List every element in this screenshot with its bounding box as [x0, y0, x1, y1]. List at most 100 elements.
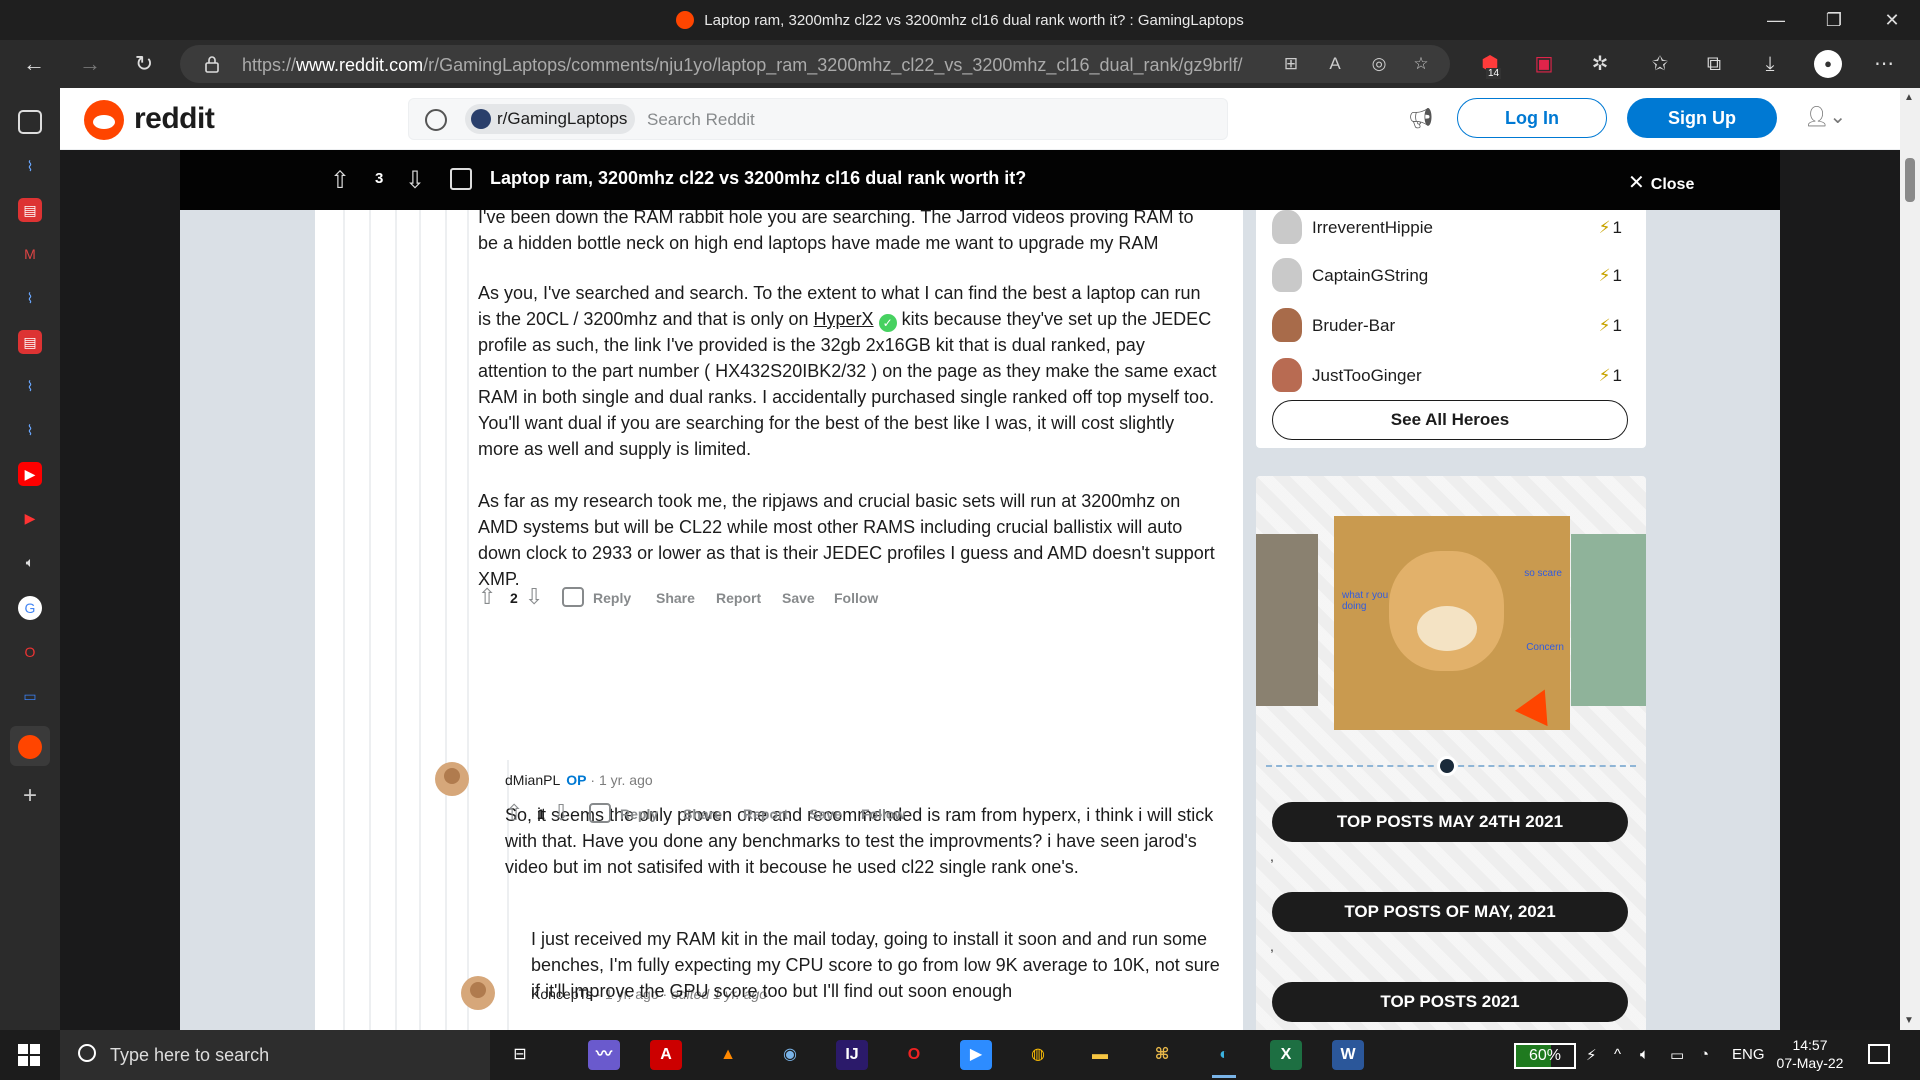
carousel-image-prev[interactable]	[1256, 534, 1318, 706]
community-chip[interactable]: r/GamingLaptops	[465, 104, 636, 134]
comment-author[interactable]: dMianPL	[505, 772, 560, 788]
acrobat-icon[interactable]: A	[650, 1040, 682, 1070]
windows-start-icon[interactable]	[18, 1044, 40, 1066]
taskbar-search[interactable]: Type here to search	[60, 1030, 490, 1080]
zoom-icon[interactable]: ▶	[960, 1040, 992, 1070]
task-view-icon[interactable]: ⊟	[504, 1040, 536, 1070]
downvote-arrow-icon[interactable]: ⇩	[552, 800, 570, 826]
language-indicator[interactable]: ENG	[1732, 1046, 1765, 1063]
file-explorer-icon[interactable]: ▬	[1084, 1040, 1116, 1070]
opera-icon[interactable]: O	[898, 1040, 930, 1070]
pdf-tab-icon[interactable]: ▤	[18, 198, 42, 222]
audio-tab-icon[interactable]: ⌇	[18, 154, 42, 178]
reddit-search-bar[interactable]: r/GamingLaptops Search Reddit	[408, 98, 1228, 140]
refresh-icon[interactable]: ↻	[126, 48, 162, 80]
intellij-icon[interactable]: IJ	[836, 1040, 868, 1070]
battery-icon[interactable]: ▭	[1670, 1046, 1684, 1064]
profile-avatar[interactable]: ●	[1814, 50, 1842, 78]
save-button[interactable]: Save	[782, 590, 815, 606]
restore-button[interactable]: ❐	[1806, 0, 1862, 40]
app-available-icon[interactable]: ⊞	[1280, 53, 1302, 75]
login-button[interactable]: Log In	[1457, 98, 1607, 138]
hyperx-link[interactable]: HyperX	[814, 309, 874, 329]
carousel-image-doge[interactable]: so scare what r you doing Concern	[1334, 516, 1570, 730]
top-posts-month-button[interactable]: TOP POSTS OF MAY, 2021	[1272, 892, 1628, 932]
favorite-star-icon[interactable]: ☆	[1410, 53, 1432, 75]
address-bar[interactable]: https://www.reddit.com/r/GamingLaptops/c…	[180, 45, 1450, 83]
comment-time[interactable]: · 1 yr. ago	[590, 772, 652, 788]
taskbar-app-icon[interactable]: ⌘	[1146, 1040, 1178, 1070]
chrome-icon[interactable]: ◍	[1022, 1040, 1054, 1070]
downvote-arrow-icon[interactable]: ⇩	[525, 584, 543, 610]
thread-line[interactable]	[395, 210, 397, 1030]
hero-name[interactable]: CaptainGString	[1312, 266, 1428, 286]
scroll-down-icon[interactable]: ▼	[1904, 1015, 1914, 1026]
vlc-icon[interactable]: ▲	[712, 1040, 744, 1070]
hero-row[interactable]: JustTooGinger ⚡︎ 1	[1272, 356, 1632, 396]
top-posts-year-button[interactable]: TOP POSTS 2021	[1272, 982, 1628, 1022]
downloads-icon[interactable]: ⤓	[1756, 50, 1784, 78]
read-aloud-icon[interactable]: A	[1324, 53, 1346, 75]
see-all-heroes-button[interactable]: See All Heroes	[1272, 400, 1628, 440]
upvote-arrow-icon[interactable]: ⇧	[330, 166, 350, 195]
avatar[interactable]	[461, 976, 495, 1010]
thread-line[interactable]	[419, 210, 421, 1030]
scroll-up-icon[interactable]: ▲	[1904, 92, 1914, 103]
report-button[interactable]: Report	[743, 806, 788, 822]
reply-bubble-icon[interactable]	[562, 587, 584, 607]
extensions-icon[interactable]: ✲	[1586, 50, 1614, 78]
volume-icon[interactable]: 🔈︎	[1640, 1046, 1649, 1063]
hero-name[interactable]: IrreverentHippie	[1312, 218, 1433, 238]
taskbar-app-icon[interactable]: ◉	[774, 1040, 806, 1070]
tab-actions-icon[interactable]	[18, 110, 42, 134]
excel-icon[interactable]: X	[1270, 1040, 1302, 1070]
wifi-icon[interactable]: ◔	[1700, 1046, 1709, 1063]
follow-button[interactable]: Follow	[861, 806, 905, 822]
share-button[interactable]: Share	[656, 590, 695, 606]
carousel-image-next[interactable]	[1571, 534, 1646, 706]
upvote-arrow-icon[interactable]: ⇧	[478, 584, 496, 610]
save-button[interactable]: Save	[809, 806, 842, 822]
close-post-button[interactable]: ✕ Close	[1628, 170, 1694, 195]
reddit-wordmark[interactable]: reddit	[134, 102, 215, 136]
google-tab-icon[interactable]: G	[18, 596, 42, 620]
pocket-icon[interactable]: ▣	[1530, 50, 1558, 78]
gmail-tab-icon[interactable]: M	[18, 242, 42, 266]
hero-row[interactable]: Bruder-Bar ⚡︎ 1	[1272, 306, 1632, 346]
follow-button[interactable]: Follow	[834, 590, 878, 606]
back-arrow-icon[interactable]: ←	[16, 48, 52, 80]
page-scrollbar[interactable]: ▲ ▼	[1900, 88, 1920, 1030]
upvote-arrow-icon[interactable]: ⇧	[505, 800, 523, 826]
taskbar-search-input[interactable]: Type here to search	[110, 1045, 269, 1066]
hero-row[interactable]: CaptainGString ⚡︎ 1	[1272, 256, 1632, 296]
edge-icon[interactable]: ◐	[1208, 1040, 1240, 1078]
collections-icon[interactable]: ⧉	[1700, 50, 1728, 78]
audio-tab-icon-4[interactable]: ⌇	[18, 418, 42, 442]
advertise-megaphone-icon[interactable]: 📢︎	[1408, 106, 1436, 132]
reply-bubble-icon[interactable]	[589, 803, 611, 823]
reply-button[interactable]: Reply	[620, 806, 658, 822]
lock-icon[interactable]	[204, 55, 220, 73]
avatar[interactable]	[435, 762, 469, 796]
minimize-button[interactable]: —	[1748, 0, 1804, 40]
pdf-tab-icon-2[interactable]: ▤	[18, 330, 42, 354]
downvote-arrow-icon[interactable]: ⇩	[405, 166, 425, 195]
forward-arrow-icon[interactable]: →	[72, 48, 108, 80]
hero-name[interactable]: Bruder-Bar	[1312, 316, 1395, 336]
opera-tab-icon[interactable]: O	[18, 640, 42, 664]
reply-button[interactable]: Reply	[593, 590, 631, 606]
new-tab-plus-icon[interactable]: +	[18, 784, 42, 808]
show-hidden-icons-chevron-icon[interactable]: ^	[1614, 1046, 1621, 1063]
hero-row[interactable]: IrreverentHippie ⚡︎ 1	[1272, 208, 1632, 248]
youtube-tab-icon[interactable]: ▶	[18, 462, 42, 486]
scrollbar-thumb[interactable]	[1905, 158, 1915, 202]
thread-line[interactable]	[369, 210, 371, 1030]
favorites-icon[interactable]: ✩	[1646, 50, 1674, 78]
audio-tab-icon-2[interactable]: ⌇	[18, 286, 42, 310]
reddit-logo-icon[interactable]	[84, 100, 124, 140]
speaker-tab-icon[interactable]: 🔈︎	[18, 550, 42, 574]
screen-tab-icon[interactable]: ▭	[18, 684, 42, 708]
battery-indicator[interactable]: 60%	[1514, 1043, 1576, 1069]
url-text[interactable]: https://www.reddit.com/r/GamingLaptops/c…	[242, 55, 1243, 76]
report-button[interactable]: Report	[716, 590, 761, 606]
